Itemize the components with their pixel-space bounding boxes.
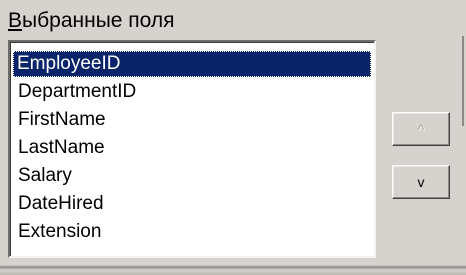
list-item-extension[interactable]: Extension: [14, 219, 105, 245]
list-item-salary[interactable]: Salary: [14, 163, 76, 189]
selected-fields-label: Выбранные поля: [8, 8, 175, 34]
dialog-bottom-edge: [0, 262, 466, 275]
list-item-departmentid[interactable]: DepartmentID: [14, 79, 140, 105]
move-up-button[interactable]: ^: [392, 112, 450, 146]
selected-fields-label-accelerator: В: [8, 9, 23, 32]
list-item-datehired[interactable]: DateHired: [14, 191, 108, 217]
divider: [462, 36, 464, 126]
selected-fields-label-text: ыбранные поля: [22, 9, 175, 32]
move-down-icon: v: [417, 174, 425, 190]
list-item-firstname[interactable]: FirstName: [14, 107, 110, 133]
list-item-lastname[interactable]: LastName: [14, 135, 109, 161]
move-down-button[interactable]: v: [392, 165, 450, 199]
list-item-employeeid[interactable]: EmployeeID: [13, 51, 371, 77]
move-up-icon: ^: [417, 121, 425, 137]
selected-fields-listbox[interactable]: EmployeeID DepartmentID FirstName LastNa…: [8, 40, 376, 258]
